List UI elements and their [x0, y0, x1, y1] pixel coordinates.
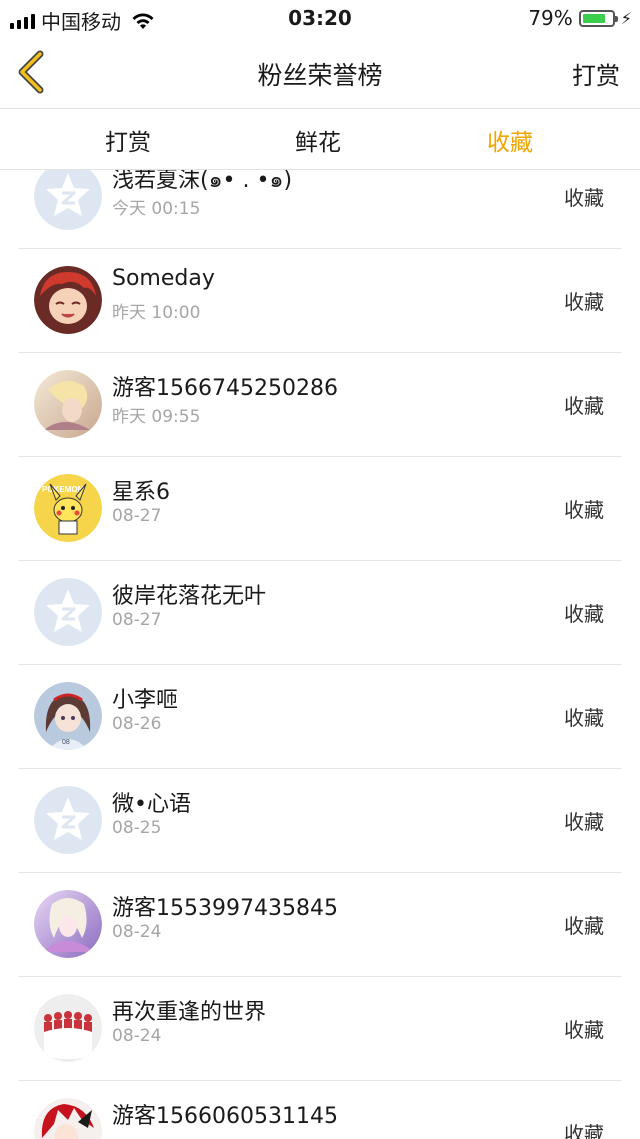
avatar[interactable]: [34, 890, 102, 958]
favorite-label: 收藏: [564, 706, 604, 730]
fan-time: 08-27: [112, 610, 162, 630]
fan-name: 游客1566060531145: [112, 1104, 338, 1129]
fan-list-item[interactable]: 再次重逢的世界 08-24 收藏: [18, 976, 622, 1081]
avatar[interactable]: POKEMON: [34, 474, 102, 542]
default-avatar-icon: [34, 578, 102, 646]
battery-icon: [578, 9, 618, 27]
fan-time: 08-25: [112, 818, 162, 838]
avatar[interactable]: [34, 266, 102, 334]
fan-time: 今天 00:15: [112, 199, 201, 219]
fan-time: 08-24: [112, 1026, 162, 1046]
tab-reward[interactable]: 打赏: [58, 123, 198, 157]
fan-time: 昨天 09:55: [112, 407, 201, 427]
default-avatar-icon: [34, 170, 102, 230]
fan-time: 08-24: [112, 922, 162, 942]
favorite-label: 收藏: [564, 290, 604, 314]
avatar[interactable]: [34, 1098, 102, 1139]
fan-name: 小李咂: [112, 688, 179, 713]
fan-name: 浅若夏沫(๑• . •๑): [112, 170, 293, 193]
tab-favorites[interactable]: 收藏: [440, 123, 580, 157]
tab-bar: 打赏 鲜花 收藏: [0, 109, 640, 170]
anime-girl-avatar-icon: 08: [34, 682, 102, 750]
fan-time: 08-27: [112, 506, 162, 526]
pikachu-avatar-icon: POKEMON: [34, 474, 102, 542]
status-right: 79% ⚡: [528, 6, 632, 30]
avatar[interactable]: [34, 994, 102, 1062]
fan-list-item[interactable]: 08 小李咂 08-26 收藏: [18, 664, 622, 769]
fan-list-item[interactable]: 游客1566060531145 收藏: [18, 1080, 622, 1139]
fan-list-item[interactable]: 微•心语 08-25 收藏: [18, 768, 622, 873]
favorite-label: 收藏: [564, 1018, 604, 1042]
favorite-label: 收藏: [564, 914, 604, 938]
fan-name: 彼岸花落花无叶: [112, 584, 267, 609]
favorite-label: 收藏: [564, 1122, 604, 1139]
fan-list-item[interactable]: 彼岸花落花无叶 08-27 收藏: [18, 560, 622, 665]
avatar[interactable]: 08: [34, 682, 102, 750]
group-photo-avatar-icon: [34, 994, 102, 1062]
reward-button[interactable]: 打赏: [572, 56, 620, 91]
fan-list: 浅若夏沫(๑• . •๑) 今天 00:15 收藏 Someday 昨天 10:00 收藏…: [0, 170, 640, 1139]
pastel-anime-avatar-icon: [34, 370, 102, 438]
fan-name: 再次重逢的世界: [112, 1000, 267, 1025]
page-title: 粉丝荣誉榜: [257, 61, 383, 90]
nav-bar: 粉丝荣誉榜 打赏: [0, 36, 640, 109]
avatar[interactable]: [34, 370, 102, 438]
svg-text:POKEMON: POKEMON: [42, 485, 84, 494]
fan-name: 微•心语: [112, 792, 191, 817]
fan-time: 08-26: [112, 714, 162, 734]
favorite-label: 收藏: [564, 810, 604, 834]
favorite-label: 收藏: [564, 602, 604, 626]
fan-list-item[interactable]: 游客1566745250286 昨天 09:55 收藏: [18, 352, 622, 457]
purple-anime-avatar-icon: [34, 890, 102, 958]
default-avatar-icon: [34, 786, 102, 854]
status-bar: 中国移动 03:20 79% ⚡: [0, 0, 640, 36]
avatar[interactable]: [34, 786, 102, 854]
avatar[interactable]: [34, 170, 102, 230]
fan-name: 游客1553997435845: [112, 896, 338, 921]
fan-name: 星系6: [112, 480, 170, 505]
fan-name: Someday: [112, 266, 215, 291]
svg-text:08: 08: [62, 739, 70, 746]
avatar[interactable]: [34, 578, 102, 646]
favorite-label: 收藏: [564, 394, 604, 418]
fan-list-item[interactable]: 游客1553997435845 08-24 收藏: [18, 872, 622, 977]
fan-list-item[interactable]: Someday 昨天 10:00 收藏: [18, 248, 622, 353]
charging-icon: ⚡: [620, 8, 632, 28]
fan-list-item[interactable]: 浅若夏沫(๑• . •๑) 今天 00:15 收藏: [18, 170, 622, 249]
red-anime-avatar-icon: [34, 1098, 102, 1139]
battery-fill: [582, 13, 605, 23]
favorite-label: 收藏: [564, 186, 604, 210]
red-hair-anime-avatar-icon: [34, 266, 102, 334]
battery-percent: 79%: [528, 6, 573, 30]
favorite-label: 收藏: [564, 498, 604, 522]
tab-flowers[interactable]: 鲜花: [248, 123, 388, 157]
fan-name: 游客1566745250286: [112, 376, 338, 401]
fan-list-item[interactable]: POKEMON 星系6 08-27 收藏: [18, 456, 622, 561]
fan-time: 昨天 10:00: [112, 303, 201, 323]
